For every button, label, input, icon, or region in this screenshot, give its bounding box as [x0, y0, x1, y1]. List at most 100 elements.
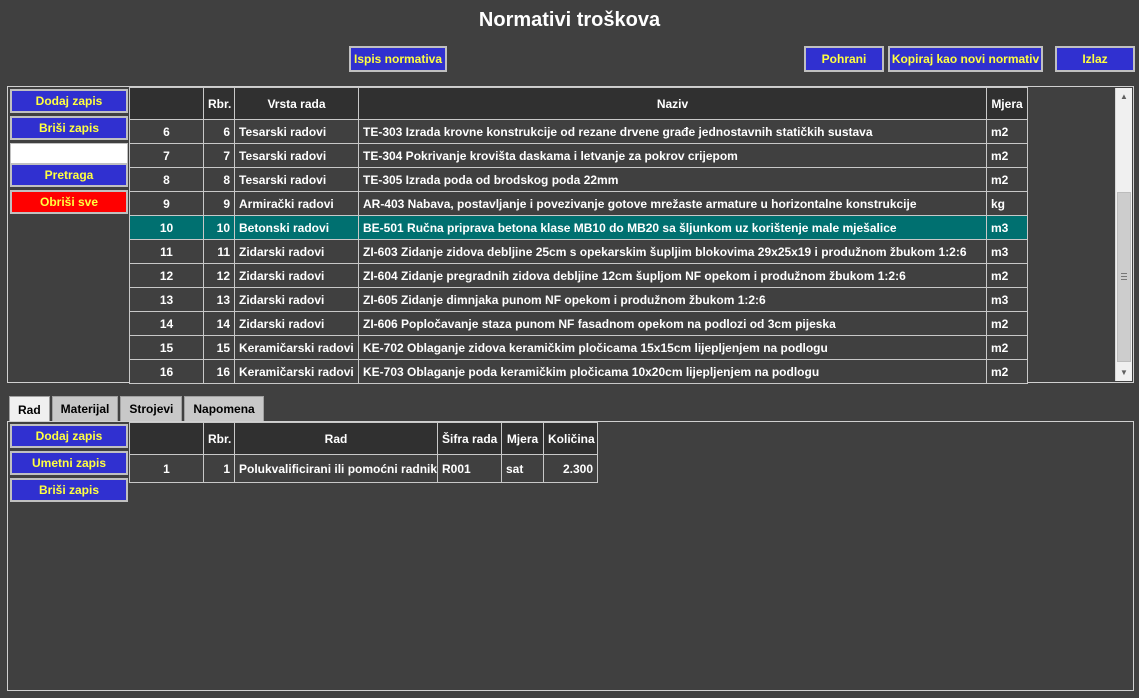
- vrsta-rada-cell[interactable]: Tesarski radovi: [234, 119, 359, 144]
- sifra-rada-cell[interactable]: R001: [437, 454, 502, 483]
- row-id-cell[interactable]: 15: [129, 335, 204, 360]
- vrsta-rada-cell[interactable]: Keramičarski radovi: [234, 335, 359, 360]
- mjera-cell[interactable]: m3: [986, 287, 1028, 312]
- vrsta-rada-cell[interactable]: Zidarski radovi: [234, 287, 359, 312]
- rbr-cell[interactable]: 15: [203, 335, 235, 360]
- add-work-record-button[interactable]: Dodaj zapis: [10, 424, 128, 448]
- vrsta-rada-cell[interactable]: Keramičarski radovi: [234, 359, 359, 384]
- row-id-cell[interactable]: 6: [129, 119, 204, 144]
- down-arrow-icon[interactable]: ▼: [1116, 364, 1132, 381]
- mjera-cell[interactable]: m2: [986, 263, 1028, 288]
- copy-as-new-button[interactable]: Kopiraj kao novi normativ: [888, 46, 1043, 72]
- column-header-sifra-rada[interactable]: Šifra rada: [437, 422, 502, 455]
- delete-work-record-button[interactable]: Briši zapis: [10, 478, 128, 502]
- table-row[interactable]: 8 8 Tesarski radovi TE-305 Izrada poda od b…: [129, 167, 1028, 192]
- rbr-cell[interactable]: 12: [203, 263, 235, 288]
- row-id-cell[interactable]: 8: [129, 167, 204, 192]
- mjera-cell[interactable]: m2: [986, 167, 1028, 192]
- vrsta-rada-cell[interactable]: Zidarski radovi: [234, 311, 359, 336]
- naziv-cell[interactable]: BE-501 Ručna priprava betona klase MB10 …: [358, 215, 987, 240]
- row-id-cell[interactable]: 11: [129, 239, 204, 264]
- column-header[interactable]: [129, 422, 204, 455]
- naziv-cell[interactable]: ZI-603 Zidanje zidova debljine 25cm s op…: [358, 239, 987, 264]
- naziv-cell[interactable]: ZI-606 Popločavanje staza punom NF fasad…: [358, 311, 987, 336]
- column-header-rbr[interactable]: Rbr.: [203, 87, 235, 120]
- row-id-cell[interactable]: 13: [129, 287, 204, 312]
- rbr-cell[interactable]: 14: [203, 311, 235, 336]
- row-id-cell[interactable]: 14: [129, 311, 204, 336]
- rad-cell[interactable]: Polukvalificirani ili pomoćni radnik: [234, 454, 438, 483]
- up-arrow-icon[interactable]: ▲: [1116, 88, 1132, 105]
- exit-button[interactable]: Izlaz: [1055, 46, 1135, 72]
- row-id-cell[interactable]: 12: [129, 263, 204, 288]
- search-button[interactable]: Pretraga: [10, 163, 128, 187]
- rbr-cell[interactable]: 9: [203, 191, 235, 216]
- table-row[interactable]: 13 13 Zidarski radovi ZI-605 Zidanje dimnja…: [129, 287, 1028, 312]
- naziv-cell[interactable]: KE-702 Oblaganje zidova keramičkim ploči…: [358, 335, 987, 360]
- vrsta-rada-cell[interactable]: Betonski radovi: [234, 215, 359, 240]
- naziv-cell[interactable]: TE-303 Izrada krovne konstrukcije od rez…: [358, 119, 987, 144]
- column-header-vrsta-rada[interactable]: Vrsta rada: [234, 87, 359, 120]
- add-record-button[interactable]: Dodaj zapis: [10, 89, 128, 113]
- vrsta-rada-cell[interactable]: Armirački radovi: [234, 191, 359, 216]
- save-button[interactable]: Pohrani: [804, 46, 884, 72]
- naziv-cell[interactable]: AR-403 Nabava, postavljanje i povezivanj…: [358, 191, 987, 216]
- table-row[interactable]: 6 6 Tesarski radovi TE-303 Izrada krovne ko…: [129, 119, 1028, 144]
- table-row[interactable]: 10 10 Betonski radovi BE-501 Ručna priprava…: [129, 215, 1028, 240]
- naziv-cell[interactable]: TE-304 Pokrivanje krovišta daskama i let…: [358, 143, 987, 168]
- rbr-cell[interactable]: 7: [203, 143, 235, 168]
- table-row[interactable]: 16 16 Keramičarski radovi KE-703 Oblaganje …: [129, 359, 1028, 384]
- mjera-cell[interactable]: m3: [986, 239, 1028, 264]
- rbr-cell[interactable]: 16: [203, 359, 235, 384]
- mjera-cell[interactable]: m2: [986, 119, 1028, 144]
- table-row[interactable]: 9 9 Armirački radovi AR-403 Nabava, postavl…: [129, 191, 1028, 216]
- vrsta-rada-cell[interactable]: Zidarski radovi: [234, 263, 359, 288]
- table-row[interactable]: 12 12 Zidarski radovi ZI-604 Zidanje pregra…: [129, 263, 1028, 288]
- mjera-cell[interactable]: kg: [986, 191, 1028, 216]
- table-row[interactable]: 11 11 Zidarski radovi ZI-603 Zidanje zidova…: [129, 239, 1028, 264]
- scrollbar-thumb[interactable]: [1117, 192, 1131, 362]
- tab-materijal[interactable]: Materijal: [51, 396, 119, 422]
- mjera-cell[interactable]: m2: [986, 143, 1028, 168]
- row-id-cell[interactable]: 1: [129, 454, 204, 483]
- tab-strojevi[interactable]: Strojevi: [120, 396, 183, 422]
- column-header-mjera[interactable]: Mjera: [986, 87, 1028, 120]
- mjera-cell[interactable]: sat: [501, 454, 544, 483]
- mjera-cell[interactable]: m2: [986, 311, 1028, 336]
- naziv-cell[interactable]: KE-703 Oblaganje poda keramičkim pločica…: [358, 359, 987, 384]
- naziv-cell[interactable]: ZI-604 Zidanje pregradnih zidova debljin…: [358, 263, 987, 288]
- mjera-cell[interactable]: m2: [986, 335, 1028, 360]
- table-row[interactable]: 1 1 Polukvalificirani ili pomoćni radnik R0…: [129, 454, 598, 483]
- delete-all-button[interactable]: Obriši sve: [10, 190, 128, 214]
- row-id-cell[interactable]: 9: [129, 191, 204, 216]
- insert-work-record-button[interactable]: Umetni zapis: [10, 451, 128, 475]
- naziv-cell[interactable]: TE-305 Izrada poda od brodskog poda 22mm: [358, 167, 987, 192]
- mjera-cell[interactable]: m2: [986, 359, 1028, 384]
- vertical-scrollbar[interactable]: ▲ ▼: [1115, 88, 1132, 381]
- naziv-cell[interactable]: ZI-605 Zidanje dimnjaka punom NF opekom …: [358, 287, 987, 312]
- rbr-cell[interactable]: 10: [203, 215, 235, 240]
- row-id-cell[interactable]: 16: [129, 359, 204, 384]
- vrsta-rada-cell[interactable]: Zidarski radovi: [234, 239, 359, 264]
- kolicina-cell[interactable]: 2.300: [543, 454, 598, 483]
- search-input[interactable]: [10, 143, 128, 165]
- rbr-cell[interactable]: 13: [203, 287, 235, 312]
- column-header-rbr[interactable]: Rbr.: [203, 422, 235, 455]
- table-row[interactable]: 15 15 Keramičarski radovi KE-702 Oblaganje …: [129, 335, 1028, 360]
- column-header-rad[interactable]: Rad: [234, 422, 438, 455]
- table-row[interactable]: 7 7 Tesarski radovi TE-304 Pokrivanje krovi…: [129, 143, 1028, 168]
- table-row[interactable]: 14 14 Zidarski radovi ZI-606 Popločavanje s…: [129, 311, 1028, 336]
- column-header-kolicina[interactable]: Količina: [543, 422, 598, 455]
- mjera-cell[interactable]: m3: [986, 215, 1028, 240]
- row-id-cell[interactable]: 7: [129, 143, 204, 168]
- delete-record-button[interactable]: Briši zapis: [10, 116, 128, 140]
- column-header-naziv[interactable]: Naziv: [358, 87, 987, 120]
- column-header-mjera[interactable]: Mjera: [501, 422, 544, 455]
- rbr-cell[interactable]: 6: [203, 119, 235, 144]
- rbr-cell[interactable]: 8: [203, 167, 235, 192]
- column-header[interactable]: [129, 87, 204, 120]
- vrsta-rada-cell[interactable]: Tesarski radovi: [234, 167, 359, 192]
- tab-rad[interactable]: Rad: [9, 396, 50, 423]
- tab-napomena[interactable]: Napomena: [184, 396, 264, 422]
- rbr-cell[interactable]: 11: [203, 239, 235, 264]
